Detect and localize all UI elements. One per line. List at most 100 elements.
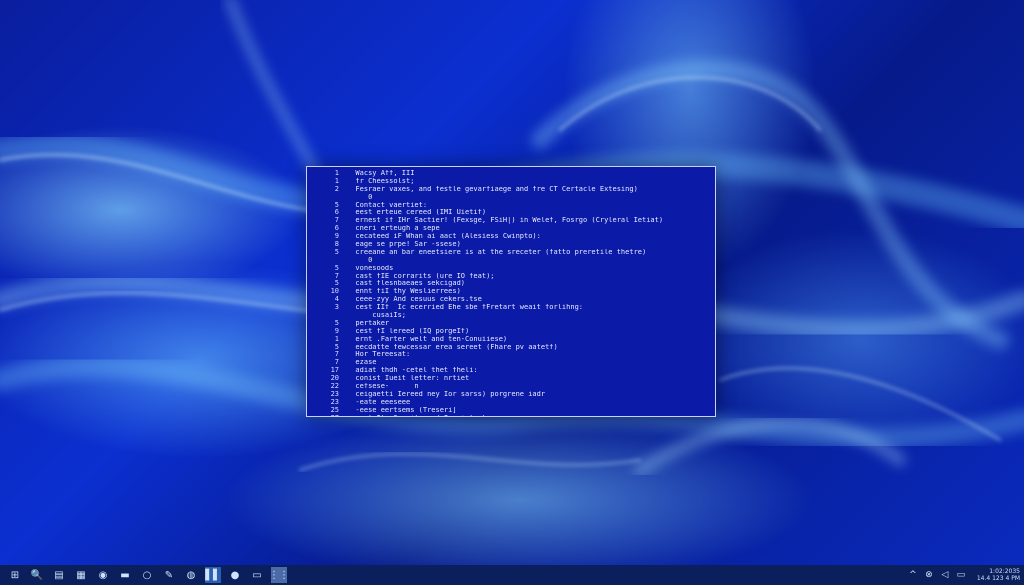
line-number: 22 [330,382,339,391]
globe-icon[interactable]: ◍ [183,567,199,583]
line-text: cusaiIs; [347,312,407,320]
line-number: 1 [334,334,339,343]
terminal-line: 7 ezase [313,358,709,367]
line-number: 5 [334,342,339,351]
terminal-line: 7 cast fIE corrarits (ure IO feat); [313,271,709,281]
line-text: Fesraer vaxes, and festle gevarfiaege an… [347,185,638,193]
line-text: caet Ile Serrily and Ieerielayt [347,415,709,416]
firefox-icon[interactable]: ● [227,567,243,583]
line-text: ceee-zyy And cesuus cekers.tse [347,296,482,304]
tray-icons: ^ ⊗ ◁ ▭ [905,567,969,583]
line-number: 9 [334,232,339,241]
battery-icon[interactable]: ▭ [955,567,967,583]
grid-icon[interactable]: ⋮⋮ [269,567,289,583]
line-text: cneri erteugh a sepe [347,225,440,233]
line-number: 5 [334,263,339,272]
line-number: 7 [334,350,339,359]
line-number: 6 [334,208,339,217]
line-number: 7 [334,216,339,225]
terminal-line: 17 adiat thdh -cetel thet fheli: [313,366,709,375]
line-number [313,257,347,265]
line-text: eage se prpe! Sar -ssese) [347,241,461,249]
terminal-line: 6 cneri erteugh a sepe [313,224,709,233]
chevron-up-icon[interactable]: ^ [907,567,919,583]
terminal-line: 5 pertaker [313,319,709,328]
line-number: 17 [330,366,339,375]
line-text: cest fI lereed (IQ porgeIf) [347,327,470,335]
terminal-line: 3 cest IIf Ic ecerried Ehe sbe fFretart … [313,303,709,312]
pen-icon[interactable]: ✎ [161,567,177,583]
line-number: 7 [334,358,339,367]
terminal-line: 20 conist Iueit letter: nrtiet [313,374,709,383]
start-icon[interactable]: ⊞ [7,567,23,583]
folder-icon[interactable]: ▬ [117,567,133,583]
terminal-line: 5 cast flesnbaeaes sekcigad) [313,280,709,288]
terminal-line: 0 [313,257,709,265]
clock-date: 1:02:2035 [989,568,1020,575]
line-text: fr Cheessolst; [347,177,415,185]
line-number: 2 [334,184,339,193]
line-text: -eese eertsems (Treseri] [347,406,457,414]
terminal-line: 2 Fesraer vaxes, and festle gevarfiaege … [313,184,709,194]
terminal-line: 6 eest erteue cereed (IMI Uietif) [313,209,709,217]
taskbar: ⊞ 🔍 ▤ ▦ ◉ ▬ ○ ✎ ◍ ▌▌ ● ▭ ⋮⋮ ^ ⊗ ◁ ▭ 1:02:2035 14.4 123 … [0,565,1024,585]
terminal-line: 23 -eate eeeseee [313,398,709,407]
terminal-line: 25 -eese eertsems (Treseri] [313,405,709,415]
line-number: 1 [334,176,339,185]
edge-icon[interactable]: ◉ [95,567,111,583]
line-number: 9 [334,326,339,335]
line-number: 7 [334,271,339,280]
notes-icon[interactable]: ▭ [249,567,265,583]
line-text: eecdatte fewcessar erea sereet (Fhare pv… [347,343,558,351]
line-text: ernest if IHr Sactier! (Fexsge, FSiH|) i… [347,217,664,225]
terminal-line: 22 cefsese- n [313,382,709,391]
task-view-icon[interactable]: ▤ [51,567,67,583]
terminal-line: 9 cecateed iF Whan ai aact (Alesiess Cwi… [313,232,709,241]
terminal-line: 7 ernest if IHr Sactier! (Fexsge, FSiH|)… [313,216,709,225]
line-text: cest IIf Ic ecerried Ehe sbe fFretart we… [347,304,584,312]
line-text: ezase [347,359,377,367]
terminal-icon[interactable]: ▌▌ [205,567,221,583]
line-text: cast fIE corrarits (ure IO feat); [347,272,495,280]
line-text: ennt fiI thy Weslierrees) [347,288,461,296]
search-icon[interactable]: 🔍 [29,567,45,583]
system-tray: ^ ⊗ ◁ ▭ 1:02:2035 14.4 123 4 PM [905,567,1020,583]
terminal-line: 10 ennt fiI thy Weslierrees) [313,287,709,296]
terminal-text-area[interactable]: 1 Wacsy Aff, III 1 fr Cheessolst; 2 Fesrae… [313,169,709,416]
line-text: conist Iueit letter: nrtiet [347,375,470,383]
terminal-line: 5 Contact vaertiet: [313,201,709,210]
line-text: cast flesnbaeaes sekcigad) [347,280,466,288]
line-text: eest erteue cereed (IMI Uietif) [347,209,487,217]
line-text: ceigaetti Iereed ney Ior sarss) porgrene… [347,390,546,398]
network-icon[interactable]: ⊗ [923,567,935,583]
terminal-line: 1 Wacsy Aff, III [313,169,709,178]
line-text: vonesoods [347,264,394,272]
terminal-line: 1 ernt .Farter welt and ten-Conuiiese) [313,334,709,344]
circle-icon[interactable]: ○ [139,567,155,583]
line-number: 27 [313,414,347,416]
line-number: 1 [334,169,339,177]
clock[interactable]: 1:02:2035 14.4 123 4 PM [977,568,1020,582]
line-number: 4 [334,295,339,304]
line-text: Hor Tereesat: [347,351,411,359]
line-number: 3 [334,303,339,312]
line-text: pertaker [347,319,390,327]
line-number: 20 [330,374,339,383]
terminal-line: 9 cest fI lereed (IQ porgeIf) [313,326,709,336]
terminal-line: 27 caet Ile Serrily and Ieerielayt [313,414,709,416]
line-text: cecateed iF Whan ai aact (Alesiess Cwinp… [347,233,541,241]
terminal-line: 7 Hor Tereesat: [313,351,709,359]
line-number [313,312,347,320]
app-tiles-icon[interactable]: ▦ [73,567,89,583]
terminal-line: 5 creeane an bar eneetsiere is at the sr… [313,248,709,257]
line-number: 25 [330,405,339,414]
line-text: creeane an bar eneetsiere is at the srec… [347,248,647,256]
terminal-line: 5 eecdatte fewcessar erea sereet (Fhare … [313,342,709,352]
terminal-window[interactable]: 1 Wacsy Aff, III 1 fr Cheessolst; 2 Fesrae… [306,166,716,417]
terminal-line: 5 vonesoods [313,263,709,273]
line-text: 0 [347,193,373,201]
line-number: 6 [334,224,339,233]
taskbar-pinned-apps: ⊞ 🔍 ▤ ▦ ◉ ▬ ○ ✎ ◍ ▌▌ ● ▭ ⋮⋮ [4,567,290,583]
clock-time: 14.4 123 4 PM [976,575,1020,582]
speaker-icon[interactable]: ◁ [939,567,951,583]
